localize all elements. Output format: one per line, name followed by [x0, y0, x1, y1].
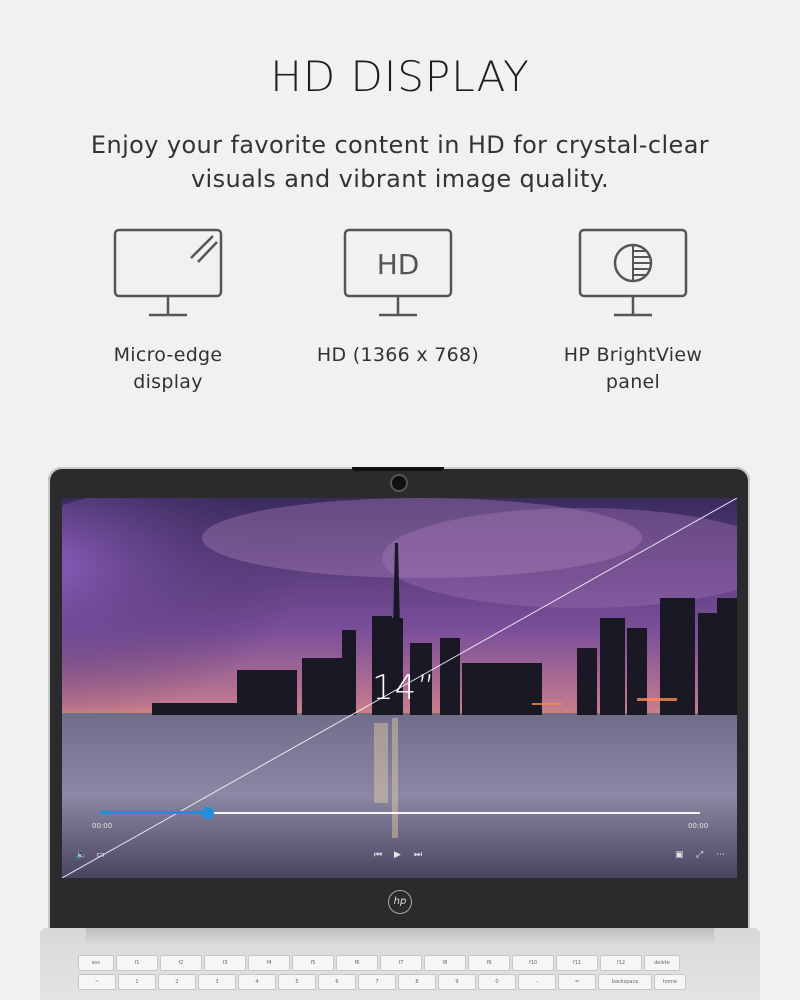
next-icon[interactable]: ⏭ [414, 850, 422, 860]
key-f4: f4 [248, 955, 290, 971]
key-f11: f11 [556, 955, 598, 971]
volume-icon[interactable]: 🔈 [76, 850, 87, 860]
fullscreen-icon[interactable]: ⤢ [696, 850, 703, 860]
key-delete: delete [644, 955, 680, 971]
key-4: 4 [238, 974, 276, 990]
webcam-icon [390, 474, 408, 492]
previous-icon[interactable]: ⏮ [374, 850, 382, 860]
video-time-total: 00:00 [688, 822, 709, 830]
key-8: 8 [398, 974, 436, 990]
key-f5: f5 [292, 955, 334, 971]
key-f12: f12 [600, 955, 642, 971]
play-icon[interactable]: ▶ [394, 850, 401, 860]
laptop-illustration: 14” 00:00 00:00 🔈 ▭ ⏮ ▶ ⏭ ▣ ⤢ ⋯ hp esc f1… [0, 0, 800, 1000]
key-7: 7 [358, 974, 396, 990]
key-f7: f7 [380, 955, 422, 971]
more-options-icon[interactable]: ⋯ [716, 850, 725, 860]
key-symbol: ~ [78, 974, 116, 990]
hp-logo: hp [388, 890, 412, 914]
laptop-hinge [86, 928, 714, 946]
key-5: 5 [278, 974, 316, 990]
key-backspace: backspace [598, 974, 652, 990]
key-f10: f10 [512, 955, 554, 971]
key-f3: f3 [204, 955, 246, 971]
screen-size-label: 14” [372, 668, 436, 708]
subtitles-icon[interactable]: ▭ [96, 850, 105, 860]
video-scrub-handle[interactable] [202, 807, 214, 819]
video-time-current: 00:00 [92, 822, 113, 830]
key-f6: f6 [336, 955, 378, 971]
miniplayer-icon[interactable]: ▣ [675, 850, 684, 860]
key-3: 3 [198, 974, 236, 990]
key-f2: f2 [160, 955, 202, 971]
key-6: 6 [318, 974, 356, 990]
video-progress-bar [100, 811, 208, 814]
key-2: 2 [158, 974, 196, 990]
webcam-bar [352, 467, 444, 471]
key-symbol: - [518, 974, 556, 990]
key-esc: esc [78, 955, 114, 971]
keyboard: esc f1 f2 f3 f4 f5 f6 f7 f8 f9 f10 f11 f12 delete ~1 2 3… [78, 955, 722, 1000]
key-f8: f8 [424, 955, 466, 971]
key-1: 1 [118, 974, 156, 990]
key-f9: f9 [468, 955, 510, 971]
key-f1: f1 [116, 955, 158, 971]
key-9: 9 [438, 974, 476, 990]
key-home: home [654, 974, 686, 990]
key-0: 0 [478, 974, 516, 990]
key-symbol: = [558, 974, 596, 990]
